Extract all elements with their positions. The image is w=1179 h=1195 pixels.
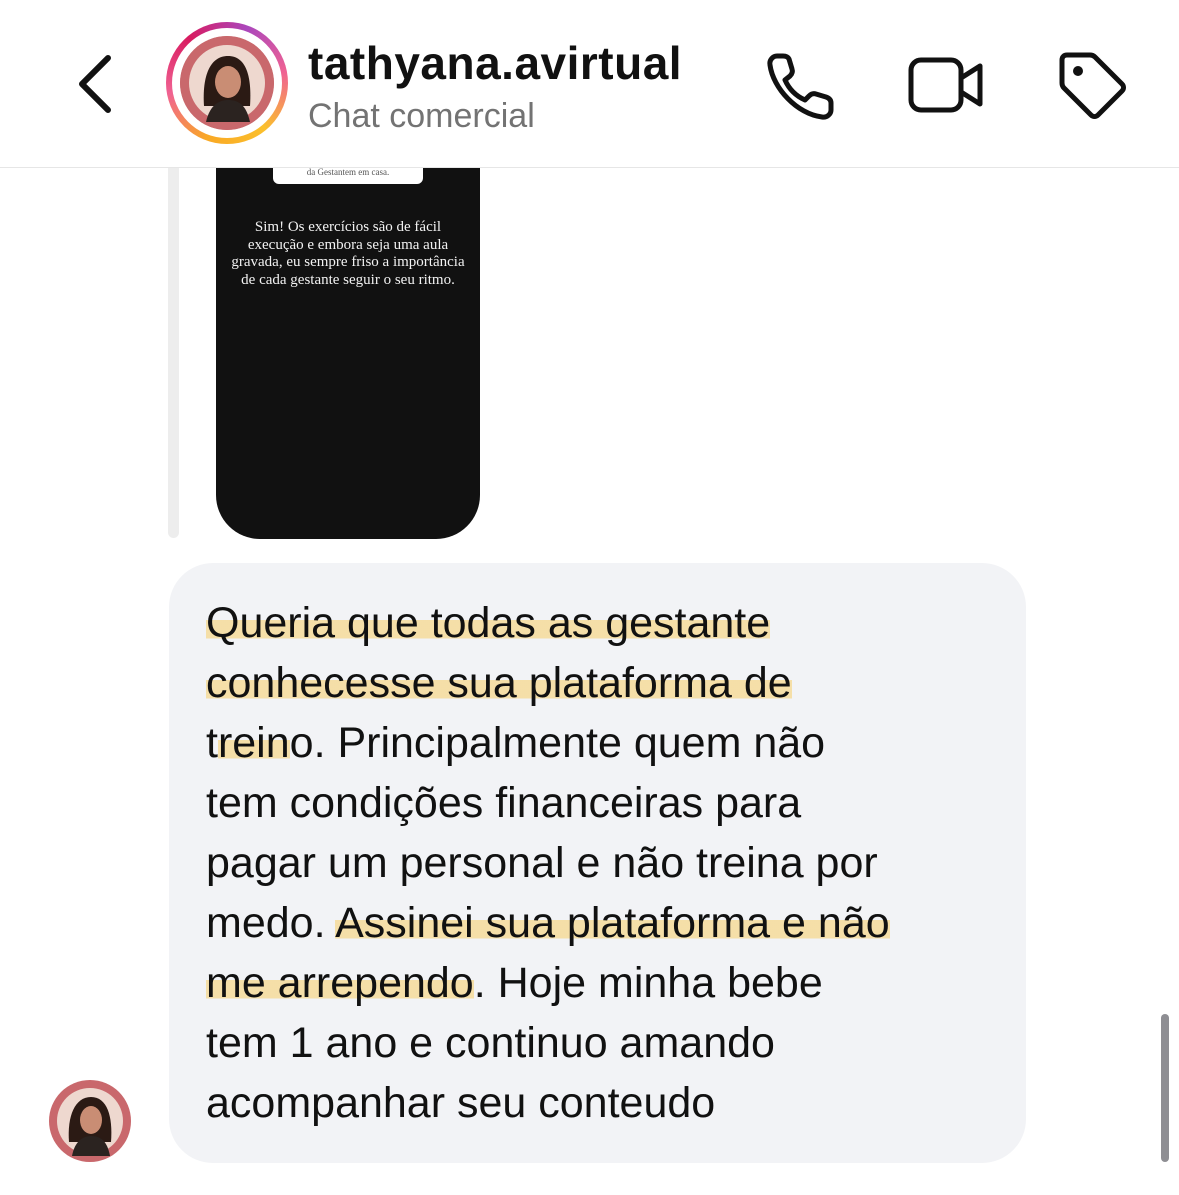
message-line: conhecesse sua plataforma de xyxy=(206,653,1006,713)
message-line: acompanhar seu conteudo xyxy=(206,1073,1006,1133)
highlighted-text: me arrependo xyxy=(206,959,474,1007)
message-text-segment: . Hoje minha bebe xyxy=(473,959,823,1007)
message-line: treino. Principalmente quem não xyxy=(206,713,1006,773)
highlighted-text: rein xyxy=(217,719,290,767)
message-bubble[interactable]: Queria que todas as gestante conhecesse s… xyxy=(169,563,1026,1163)
message-text-segment: tem condições financeiras para xyxy=(206,779,802,827)
video-camera-icon xyxy=(908,57,983,113)
message-line: Queria que todas as gestante xyxy=(206,593,1006,653)
highlighted-text: Assinei sua plataforma e não xyxy=(335,899,890,947)
message-text-segment: acompanhar seu conteudo xyxy=(206,1079,716,1127)
message-line: me arrependo. Hoje minha bebe xyxy=(206,953,1006,1013)
chat-label: Chat comercial xyxy=(308,97,535,135)
phone-icon xyxy=(767,53,834,120)
label-button[interactable] xyxy=(1054,48,1130,124)
chevron-left-icon xyxy=(79,55,111,113)
message-line: pagar um personal e não treina por xyxy=(206,833,1006,893)
message-text-segment: t xyxy=(206,719,218,767)
avatar-photo xyxy=(180,36,274,130)
highlighted-text: conhecesse sua plataforma de xyxy=(206,659,792,707)
highlighted-text: Queria que todas as gestante xyxy=(206,599,771,647)
profile-avatar[interactable] xyxy=(166,22,288,144)
scrollbar[interactable] xyxy=(1161,1014,1169,1162)
message-text-segment: pagar um personal e não treina por xyxy=(206,839,878,887)
audio-call-button[interactable] xyxy=(763,48,839,124)
story-question-box: da Gestantem em casa. xyxy=(273,168,423,184)
chat-username[interactable]: tathyana.avirtual xyxy=(308,36,682,90)
message-line: medo. Assinei sua plataforma e não xyxy=(206,893,1006,953)
video-call-button[interactable] xyxy=(906,48,983,124)
back-button[interactable] xyxy=(68,48,124,120)
message-text-segment: tem 1 ano e continuo amando xyxy=(206,1019,775,1067)
message-line: tem 1 ano e continuo amando xyxy=(206,1013,1006,1073)
sender-avatar[interactable] xyxy=(49,1080,131,1162)
reply-thread-line xyxy=(168,168,179,538)
story-reply-card[interactable]: da Gestantem em casa. Sim! Os exercícios… xyxy=(216,168,480,539)
tag-icon xyxy=(1059,52,1126,119)
message-text-segment: medo. xyxy=(206,899,336,947)
message-text: Queria que todas as gestante conhecesse s… xyxy=(206,593,1006,1133)
story-answer-text: Sim! Os exercícios são de fácil execução… xyxy=(231,219,465,288)
message-text-segment: o. Principalmente quem não xyxy=(289,719,826,767)
chat-header: tathyana.avirtual Chat comercial xyxy=(0,0,1179,168)
message-line: tem condições financeiras para xyxy=(206,773,1006,833)
